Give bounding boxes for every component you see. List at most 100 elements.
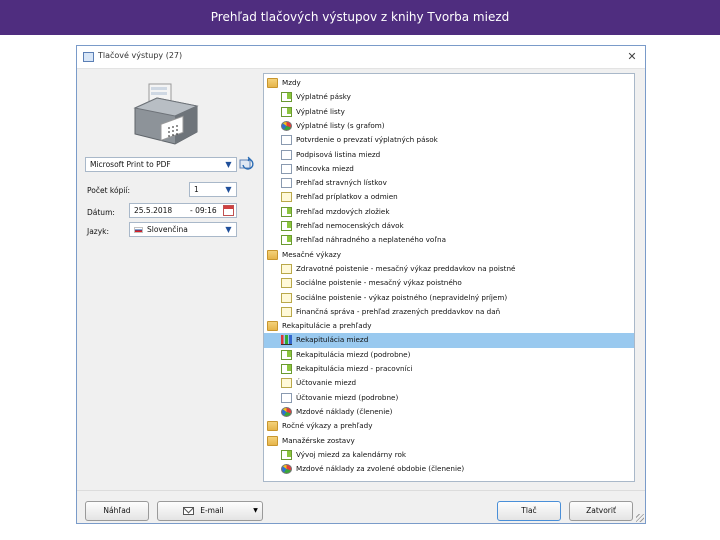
tree-folder[interactable]: Rekapitulácie a prehľady bbox=[264, 319, 634, 333]
copies-stepper[interactable]: 1 ▼ bbox=[189, 182, 237, 197]
report-icon bbox=[281, 206, 292, 217]
tree-item-label: Ročné výkazy a prehľady bbox=[282, 421, 373, 431]
tree-item-label: Rekapitulácie a prehľady bbox=[282, 321, 372, 331]
report-icon bbox=[281, 221, 292, 231]
form-icon bbox=[281, 306, 292, 317]
tree-item[interactable]: Účtovanie miezd bbox=[264, 376, 634, 390]
tree-item[interactable]: Sociálne poistenie - mesačný výkaz poist… bbox=[264, 276, 634, 290]
form-icon bbox=[281, 263, 292, 274]
tree-item-label: Výplatné listy (s grafom) bbox=[296, 120, 385, 130]
tree-item[interactable]: Potvrdenie o prevzatí výplatných pások bbox=[264, 133, 634, 147]
tree-item[interactable]: Sociálne poistenie - výkaz poistného (ne… bbox=[264, 291, 634, 305]
tree-item[interactable]: Prehľad náhradného a neplateného voľna bbox=[264, 233, 634, 247]
button-bar: Náhľad E-mail ▼ Tlač Zatvoriť bbox=[77, 490, 645, 523]
tree-item-label: Mzdy bbox=[282, 78, 301, 87]
printer-select[interactable]: Microsoft Print to PDF ▼ bbox=[85, 157, 237, 172]
tree-item-label: Prehľad mzdových zložiek bbox=[296, 206, 390, 216]
folder-icon bbox=[267, 435, 278, 446]
calendar-icon[interactable] bbox=[223, 205, 234, 216]
folder-icon bbox=[267, 421, 278, 432]
folder-icon bbox=[267, 321, 278, 332]
refresh-icon[interactable] bbox=[239, 156, 255, 172]
tree-item-label: Účtovanie miezd (podrobne) bbox=[296, 392, 399, 402]
tree-item[interactable]: Prehľad mzdových zložiek bbox=[264, 205, 634, 219]
language-value: Slovenčina bbox=[147, 225, 188, 234]
slide-title: Prehľad tlačových výstupov z knihy Tvorb… bbox=[0, 0, 720, 35]
tree-folder[interactable]: Manažérske zostavy bbox=[264, 434, 634, 448]
pie-chart-icon bbox=[281, 406, 292, 417]
tree-item[interactable]: Vývoj miezd za kalendárny rok bbox=[264, 448, 634, 462]
form-icon bbox=[281, 278, 292, 289]
tree-item[interactable]: Prehľad príplatkov a odmien bbox=[264, 190, 634, 204]
report-icon bbox=[281, 106, 292, 117]
tree-item-label: Rekapitulácia miezd - pracovníci bbox=[296, 364, 413, 373]
tree-item[interactable]: Prehľad stravných lístkov bbox=[264, 176, 634, 190]
report-icon bbox=[281, 349, 292, 360]
folder-icon bbox=[267, 78, 278, 88]
form-icon bbox=[281, 292, 292, 303]
language-select[interactable]: Slovenčina ▼ bbox=[129, 222, 237, 237]
print-button[interactable]: Tlač bbox=[497, 501, 561, 521]
close-icon[interactable]: ✕ bbox=[625, 49, 639, 65]
preview-button[interactable]: Náhľad bbox=[85, 501, 149, 521]
tree-item[interactable]: Účtovanie miezd (podrobne) bbox=[264, 391, 634, 405]
date-value: 25.5.2018 bbox=[134, 206, 173, 215]
tree-item-label: Manažérske zostavy bbox=[282, 435, 355, 445]
tree-item[interactable]: Zdravotné poistenie - mesačný výkaz pred… bbox=[264, 262, 634, 276]
tree-item-label: Potvrdenie o prevzatí výplatných pások bbox=[296, 135, 438, 145]
tree-item[interactable]: Výplatné listy (s grafom) bbox=[264, 119, 634, 133]
report-icon bbox=[281, 235, 292, 246]
copies-value: 1 bbox=[194, 185, 199, 194]
tree-item-label: Zdravotné poistenie - mesačný výkaz pred… bbox=[296, 263, 516, 273]
document-icon bbox=[281, 149, 292, 160]
tree-item[interactable]: Finančná správa - prehľad zrazených pred… bbox=[264, 305, 634, 319]
document-icon bbox=[281, 392, 292, 403]
tree-item[interactable]: Mincovka miezd bbox=[264, 162, 634, 176]
tree-item[interactable]: Rekapitulácia miezd bbox=[264, 333, 634, 348]
pie-chart-icon bbox=[281, 120, 292, 131]
tree-item-label: Prehľad stravných lístkov bbox=[296, 178, 387, 188]
tree-item-label: Rekapitulácia miezd (podrobne) bbox=[296, 349, 411, 359]
date-label: Dátum: bbox=[87, 208, 115, 217]
report-tree[interactable]: Mzdy Výplatné pásky Výplatné listy Výplatné… bbox=[263, 73, 635, 482]
close-button[interactable]: Zatvoriť bbox=[569, 501, 633, 521]
form-icon bbox=[281, 192, 292, 203]
tree-folder[interactable]: Mesačné výkazy bbox=[264, 248, 634, 262]
tree-item[interactable]: Podpisová listina miezd bbox=[264, 148, 634, 162]
resize-grip[interactable] bbox=[636, 514, 644, 522]
tree-item-label: Podpisová listina miezd bbox=[296, 149, 381, 159]
tree-item[interactable]: Prehľad nemocenských dávok bbox=[264, 219, 634, 233]
document-icon bbox=[281, 163, 292, 174]
tree-item-label: Vývoj miezd za kalendárny rok bbox=[296, 449, 407, 459]
envelope-icon bbox=[183, 507, 195, 515]
email-dropdown-button[interactable]: ▼ bbox=[249, 501, 263, 521]
tree-folder[interactable]: Mzdy bbox=[264, 76, 634, 90]
tree-folder[interactable]: Ročné výkazy a prehľady bbox=[264, 419, 634, 433]
tree-item-label: Mzdové náklady (členenie) bbox=[296, 406, 393, 416]
language-label: Jazyk: bbox=[87, 227, 110, 236]
tree-item-label: Účtovanie miezd bbox=[296, 378, 357, 388]
tree-item[interactable]: Výplatné listy bbox=[264, 105, 634, 119]
time-value: - 09:16 bbox=[190, 206, 217, 215]
date-field[interactable]: 25.5.2018 - 09:16 bbox=[129, 203, 237, 218]
tree-item-label: Výplatné pásky bbox=[296, 92, 351, 102]
tree-item[interactable]: Rekapitulácia miezd - pracovníci bbox=[264, 362, 634, 376]
tree-item-label: Mincovka miezd bbox=[296, 163, 354, 173]
tree-item[interactable]: Výplatné pásky bbox=[264, 90, 634, 104]
bar-chart-icon bbox=[281, 335, 292, 346]
tree-item-label: Mzdové náklady za zvolené obdobie (člene… bbox=[296, 464, 465, 474]
tree-item-label: Sociálne poistenie - mesačný výkaz poist… bbox=[296, 278, 462, 288]
email-button[interactable]: E-mail bbox=[157, 501, 250, 521]
printer-select-value: Microsoft Print to PDF bbox=[90, 160, 171, 169]
flag-icon bbox=[134, 227, 143, 233]
dialog-title: Tlačové výstupy (27) bbox=[98, 51, 183, 60]
report-icon bbox=[281, 364, 292, 374]
tree-item[interactable]: Rekapitulácia miezd (podrobne) bbox=[264, 348, 634, 362]
tree-item[interactable]: Mzdové náklady (členenie) bbox=[264, 405, 634, 419]
copies-label: Počet kópií: bbox=[87, 186, 131, 195]
folder-icon bbox=[267, 249, 278, 260]
tree-item[interactable]: Mzdové náklady za zvolené obdobie (člene… bbox=[264, 462, 634, 476]
pie-chart-icon bbox=[281, 464, 292, 475]
dialog-titlebar: Tlačové výstupy (27) ✕ bbox=[77, 46, 645, 69]
tree-item-label: Mesačné výkazy bbox=[282, 249, 341, 259]
